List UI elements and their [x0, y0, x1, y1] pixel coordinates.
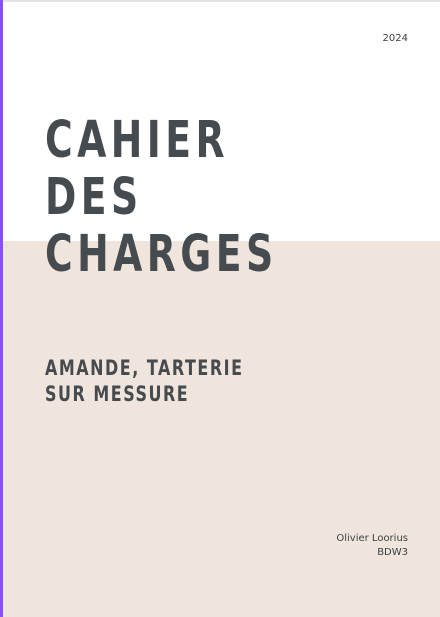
beige-background-panel	[3, 241, 440, 617]
document-cover: 2024 CAHIER DES CHARGES AMANDE, TARTERIE…	[0, 0, 440, 617]
title-line: CHARGES	[45, 225, 278, 284]
class-code: BDW3	[377, 547, 408, 558]
top-divider	[0, 0, 440, 2]
title-line: CAHIER	[45, 111, 230, 170]
subtitle-line: SUR MESSURE	[45, 382, 190, 406]
author-block: Olivier Loorius BDW3	[336, 532, 408, 560]
document-title: CAHIER DES CHARGES	[45, 112, 278, 283]
document-subtitle: AMANDE, TARTERIE SUR MESSURE	[45, 355, 244, 407]
document-year: 2024	[382, 33, 408, 44]
subtitle-line: AMANDE, TARTERIE	[45, 356, 244, 380]
author-name: Olivier Loorius	[336, 533, 408, 544]
title-line: DES	[45, 168, 143, 227]
